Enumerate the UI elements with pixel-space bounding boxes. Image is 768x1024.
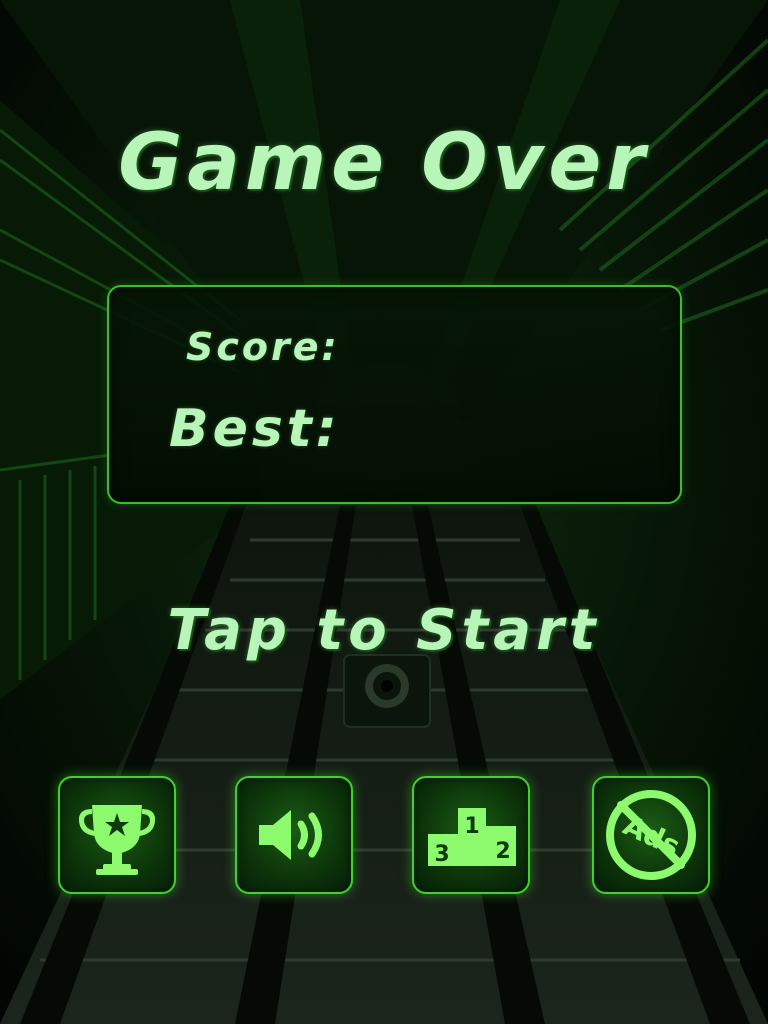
score-panel: Score: Best: [107,285,682,504]
score-label: Score: [186,325,340,369]
game-over-title: Game Over [118,118,650,208]
best-label: Best: [169,399,341,459]
trophy-icon [78,805,156,875]
remove-ads-button[interactable]: Ads [592,776,710,894]
podium-icon: 1 2 3 [428,808,516,867]
no-ads-icon: Ads [606,790,696,880]
tap-to-start-prompt[interactable]: Tap to Start [0,598,768,663]
podium-second: 2 [495,839,510,864]
podium-third: 3 [434,842,449,867]
leaderboard-button[interactable]: 1 2 3 [412,776,530,894]
speaker-icon [259,810,322,860]
podium-first: 1 [464,814,479,839]
achievements-button[interactable] [58,776,176,894]
sound-toggle-button[interactable] [235,776,353,894]
game-over-screen[interactable]: Game Over Score: Best: Tap to Start 1 2 … [0,0,768,1024]
